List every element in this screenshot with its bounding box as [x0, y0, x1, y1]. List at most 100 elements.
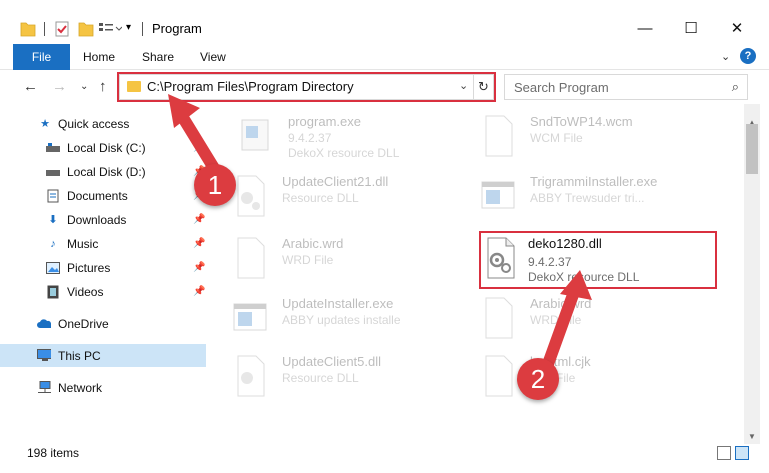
dll-icon	[237, 355, 265, 397]
sidebar-item-downloads[interactable]: ⬇ Downloads 📌	[0, 208, 206, 231]
title-separator	[142, 22, 143, 36]
folder-icon	[20, 20, 36, 38]
file-detail: WCM File	[530, 131, 583, 145]
sidebar-item-label: Local Disk (D:)	[67, 164, 146, 179]
file-item[interactable]: UpdateClient21.dll Resource DLL	[232, 170, 472, 226]
file-item[interactable]: Arabic.wrd WRD File	[480, 292, 720, 348]
file-detail: ABBY Trewsuder tri...	[530, 191, 645, 205]
cloud-icon	[37, 317, 51, 330]
sidebar-item-this-pc[interactable]: This PC	[0, 344, 206, 367]
step-1-badge: 1	[194, 164, 236, 206]
properties-icon[interactable]	[54, 20, 70, 38]
file-explorer-window: ▾ Program — ☐ ✕ File Home Share View ⌄ ?…	[0, 0, 769, 473]
video-icon	[46, 285, 60, 298]
file-name: UpdateClient21.dll	[282, 174, 389, 189]
file-item[interactable]: UpdateClient5.dll Resource DLL	[232, 350, 472, 406]
file-detail: DekoX resource DLL	[288, 146, 400, 160]
pin-icon: 📌	[193, 238, 206, 249]
file-icon	[237, 237, 265, 279]
file-list: program.exe 9.4.2.37 DekoX resource DLL …	[210, 104, 744, 444]
tab-share[interactable]: Share	[142, 50, 174, 64]
sidebar-item-videos[interactable]: Videos 📌	[0, 280, 206, 303]
forward-arrow-icon[interactable]: →	[52, 78, 67, 95]
sidebar-item-label: Videos	[67, 284, 104, 299]
navigation-bar: ← → ⌄ ↑ C:\Program Files\Program Directo…	[0, 70, 769, 104]
file-name: Arabic.wrd	[282, 236, 344, 251]
close-button[interactable]: ✕	[714, 13, 760, 43]
file-name: TrigrammiInstaller.exe	[530, 174, 658, 189]
drive-icon	[46, 165, 60, 178]
sidebar-item-music[interactable]: ♪ Music 📌	[0, 232, 206, 255]
recent-locations-icon[interactable]: ⌄	[80, 81, 88, 92]
sidebar-item-network[interactable]: Network	[0, 376, 206, 399]
documents-icon	[46, 189, 60, 202]
scroll-down-icon[interactable]: ▼	[744, 428, 760, 444]
music-icon: ♪	[50, 237, 56, 250]
sidebar-item-label: This PC	[58, 348, 101, 363]
search-placeholder: Search Program	[514, 80, 609, 95]
back-arrow-icon[interactable]: ←	[23, 78, 38, 95]
pin-icon: 📌	[193, 262, 206, 273]
computer-icon	[37, 349, 51, 362]
scroll-thumb[interactable]	[746, 124, 758, 174]
sidebar-item-label: Local Disk (C:)	[67, 140, 146, 155]
title-bar: ▾ Program — ☐ ✕	[0, 0, 769, 44]
file-detail: WRD File	[282, 253, 334, 267]
file-name: UpdateInstaller.exe	[282, 296, 394, 311]
file-name: SndToWP14.wcm	[530, 114, 633, 129]
sidebar-item-pictures[interactable]: Pictures 📌	[0, 256, 206, 279]
sidebar-item-label: Documents	[67, 188, 128, 203]
file-item[interactable]: program.exe 9.4.2.37 DekoX resource DLL	[238, 110, 478, 166]
network-icon	[37, 381, 51, 394]
sidebar-item-label: Downloads	[67, 212, 127, 227]
step-2-badge: 2	[517, 358, 559, 400]
item-count: 198 items	[27, 446, 80, 460]
exe-icon	[241, 119, 269, 151]
pictures-icon	[46, 261, 60, 274]
tab-home[interactable]: Home	[83, 50, 115, 64]
customize-icon[interactable]	[98, 20, 123, 38]
expand-ribbon-icon[interactable]: ⌄	[721, 50, 730, 63]
sidebar-item-label: Quick access	[58, 116, 130, 131]
file-item[interactable]: SndToWP14.wcm WCM File	[480, 110, 720, 166]
status-bar: 198 items	[0, 444, 769, 473]
sidebar-item-label: Pictures	[67, 260, 111, 275]
star-icon: ★	[40, 118, 50, 130]
file-item[interactable]: Arabic.wrd WRD File	[232, 232, 472, 288]
maximize-button[interactable]: ☐	[668, 13, 714, 43]
drive-icon	[46, 141, 60, 154]
file-detail: 9.4.2.37	[288, 131, 332, 145]
file-detail: Resource DLL	[282, 191, 359, 205]
file-detail: ABBY updates installe	[282, 313, 401, 327]
window-title: Program	[152, 21, 202, 36]
tab-file[interactable]: File	[13, 44, 70, 70]
up-arrow-icon[interactable]: ↑	[99, 78, 107, 95]
ribbon: File Home Share View ⌄ ?	[0, 44, 769, 70]
file-item[interactable]: TrigrammiInstaller.exe ABBY Trewsuder tr…	[480, 170, 720, 226]
large-icons-view-icon[interactable]	[735, 446, 749, 460]
file-name: program.exe	[288, 114, 361, 129]
file-name: UpdateClient5.dll	[282, 354, 382, 369]
pin-icon: 📌	[193, 214, 206, 225]
app-window-icon	[233, 303, 267, 331]
quick-access-dropdown-icon[interactable]: ▾	[126, 22, 131, 40]
pin-icon: 📌	[193, 286, 206, 297]
file-detail: Resource DLL	[282, 371, 359, 385]
tab-view[interactable]: View	[200, 50, 226, 64]
sidebar-item-label: Network	[58, 380, 103, 395]
file-item[interactable]: ls_html.cjk CJK File	[480, 350, 720, 406]
help-button[interactable]: ?	[740, 48, 756, 64]
file-icon	[485, 115, 513, 157]
title-separator	[44, 22, 45, 36]
new-folder-icon[interactable]	[78, 20, 94, 38]
app-window-icon	[481, 181, 515, 209]
details-view-icon[interactable]	[717, 446, 731, 460]
minimize-button[interactable]: —	[622, 13, 668, 43]
search-icon[interactable]: ⌕	[732, 79, 739, 95]
sidebar-item-label: OneDrive	[58, 316, 109, 331]
sidebar-item-onedrive[interactable]: OneDrive	[0, 312, 206, 335]
file-item[interactable]: UpdateInstaller.exe ABBY updates install…	[232, 292, 472, 348]
search-input[interactable]: Search Program ⌕	[504, 74, 748, 100]
vertical-scrollbar[interactable]: ▲ ▼	[744, 104, 760, 444]
sidebar-item-label: Music	[67, 236, 99, 251]
